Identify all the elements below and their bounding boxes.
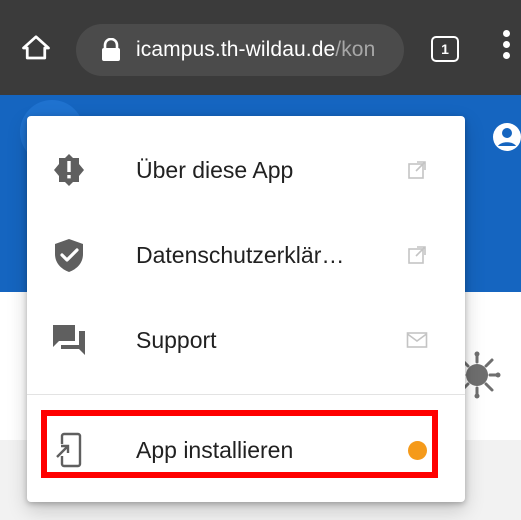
menu-item-privacy[interactable]: Datenschutzerklär… bbox=[27, 213, 465, 297]
url-host: icampus.th-wildau.de bbox=[136, 38, 336, 61]
more-dot bbox=[502, 30, 510, 37]
highlight-annotation bbox=[41, 410, 438, 478]
shield-check-icon bbox=[49, 235, 89, 275]
chat-bubble-icon bbox=[49, 320, 89, 360]
more-dot bbox=[502, 52, 510, 59]
more-menu-button[interactable] bbox=[496, 30, 516, 70]
url-text: icampus.th-wildau.de/kon bbox=[136, 38, 375, 62]
address-bar[interactable]: icampus.th-wildau.de/kon bbox=[76, 24, 404, 76]
more-dot bbox=[502, 41, 510, 48]
lock-icon bbox=[102, 38, 120, 61]
browser-toolbar: icampus.th-wildau.de/kon 1 bbox=[0, 0, 521, 95]
menu-item-about[interactable]: Über diese App bbox=[27, 128, 465, 212]
external-link-icon bbox=[405, 158, 429, 182]
url-path: /kon bbox=[335, 38, 376, 61]
account-icon[interactable] bbox=[492, 122, 521, 152]
menu-item-label: Über diese App bbox=[136, 156, 294, 183]
tab-count: 1 bbox=[441, 41, 449, 57]
menu-item-label: Support bbox=[136, 326, 217, 353]
menu-divider bbox=[27, 394, 465, 395]
external-link-icon bbox=[405, 243, 429, 267]
menu-item-label: Datenschutzerklär… bbox=[136, 241, 345, 268]
alert-badge-icon bbox=[49, 150, 89, 190]
menu-item-support[interactable]: Support bbox=[27, 298, 465, 382]
tab-switcher-button[interactable]: 1 bbox=[431, 36, 459, 62]
mail-icon bbox=[405, 328, 429, 352]
home-button[interactable] bbox=[16, 28, 56, 68]
home-icon bbox=[22, 35, 50, 60]
